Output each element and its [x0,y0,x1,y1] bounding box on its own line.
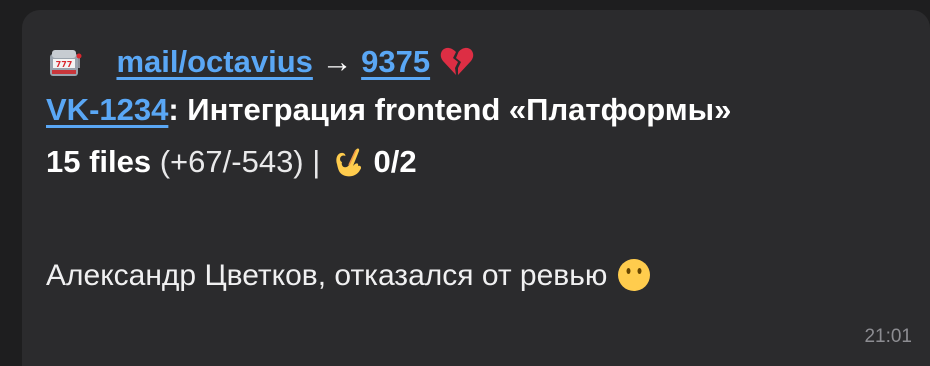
title-text: : Интеграция frontend «Платформы» [168,92,732,127]
slot-machine-icon: 777 [46,44,82,80]
repo-link[interactable]: mail/octavius [116,44,312,79]
message-title: VK-1234: Интеграция frontend «Платформы» [46,90,930,130]
issue-link[interactable]: VK-1234 [46,92,168,127]
message-stats: 15 files (+67/-543) | 0/2 [46,142,930,182]
message-bubble: 777 mail/octavius → 9375 VK-1234: Интегр… [22,10,930,366]
pr-link[interactable]: 9375 [361,44,430,79]
message-header: 777 mail/octavius → 9375 [46,42,930,88]
arrow: → [321,44,353,79]
broken-heart-icon [439,44,475,80]
diff-stats: (+67/-543) | [151,144,329,179]
message-body: Александр Цветков, отказался от ревью [46,256,652,296]
message-timestamp: 21:01 [864,326,912,347]
svg-text:777: 777 [56,60,73,69]
approvals-count: 0/2 [373,144,417,179]
ok-hand-icon [329,144,365,180]
body-text: Александр Цветков, отказался от ревью [46,259,608,292]
files-count: 15 files [46,144,152,179]
neutral-face-icon [616,257,652,293]
